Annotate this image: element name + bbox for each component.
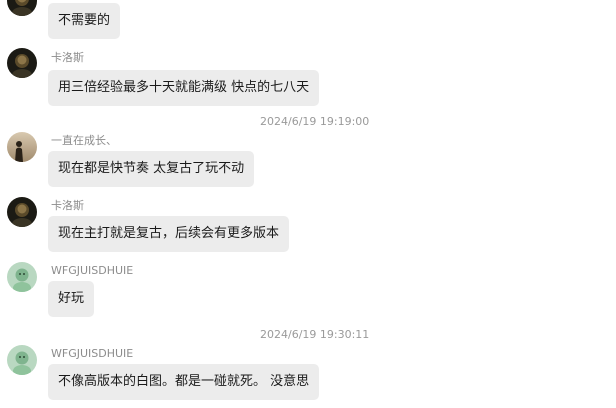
message-bubble[interactable]: 不需要的	[48, 3, 121, 39]
sender-name: 卡洛斯	[51, 51, 84, 64]
avatar[interactable]	[7, 0, 37, 16]
dark-portrait-icon	[7, 197, 37, 227]
avatar[interactable]	[7, 132, 37, 162]
sender-name: WFGJUISDHUIE	[51, 264, 134, 277]
message-bubble[interactable]: 用三倍经验最多十天就能满级 快点的七八天	[48, 70, 320, 106]
silhouette-sunset-icon	[7, 132, 37, 162]
green-cartoon-icon	[7, 262, 37, 292]
timestamp: 2024/6/19 19:30:11	[260, 328, 370, 341]
dark-portrait-icon	[7, 0, 37, 16]
message-bubble[interactable]: 现在主打就是复古，后续会有更多版本	[48, 216, 290, 252]
message-text: 用三倍经验最多十天就能满级 快点的七八天	[58, 80, 310, 95]
timestamp: 2024/6/19 19:19:00	[260, 115, 370, 128]
avatar[interactable]	[7, 262, 37, 292]
chat-message-list[interactable]: 不需要的 卡洛斯 用三倍经验最多十天就能满级 快点的七八天 2024/6/19 …	[0, 0, 616, 408]
avatar[interactable]	[7, 197, 37, 227]
message-bubble[interactable]: 不像高版本的白图。都是一碰就死。 没意思	[48, 364, 320, 400]
message-bubble[interactable]: 现在都是快节奏 太复古了玩不动	[48, 151, 255, 187]
message-text: 不需要的	[58, 13, 111, 28]
avatar[interactable]	[7, 48, 37, 78]
sender-name: WFGJUISDHUIE	[51, 347, 134, 360]
sender-name: 卡洛斯	[51, 199, 84, 212]
green-cartoon-icon	[7, 345, 37, 375]
message-text: 现在主打就是复古，后续会有更多版本	[58, 226, 280, 241]
sender-name: 一直在成长、	[51, 134, 117, 147]
message-text: 不像高版本的白图。都是一碰就死。 没意思	[58, 374, 310, 389]
message-text: 好玩	[58, 291, 85, 306]
message-text: 现在都是快节奏 太复古了玩不动	[58, 161, 245, 176]
message-bubble[interactable]: 好玩	[48, 281, 95, 317]
dark-portrait-icon	[7, 48, 37, 78]
avatar[interactable]	[7, 345, 37, 375]
